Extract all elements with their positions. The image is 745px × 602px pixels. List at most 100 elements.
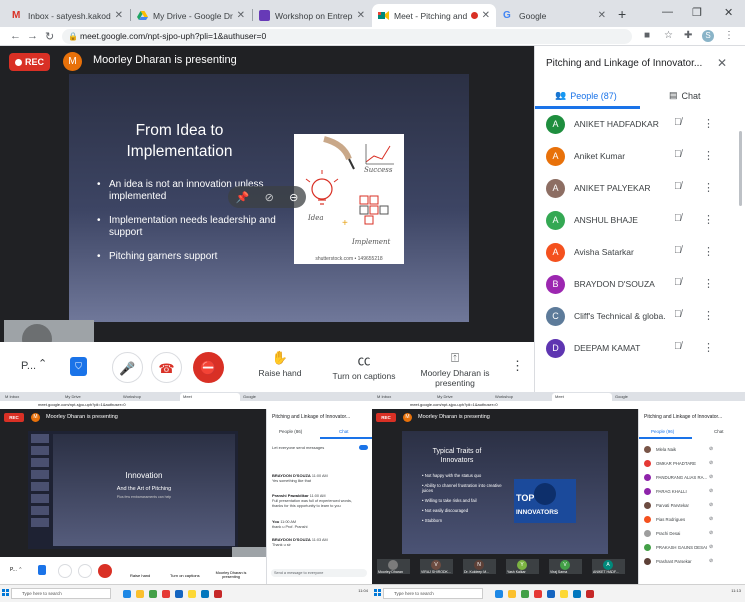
- mic-off-icon[interactable]: ⊘: [709, 460, 713, 466]
- participant-row[interactable]: Pias Rodrigues ⊘: [639, 514, 745, 525]
- mic-off-icon[interactable]: 🎙̸: [674, 309, 682, 320]
- leave-call-button[interactable]: ☎: [151, 352, 182, 383]
- more-vert-icon[interactable]: ⋮: [703, 245, 714, 258]
- shield-icon[interactable]: [38, 565, 46, 575]
- mini-url-bar[interactable]: meet.google.com/npt-sjpo-uph?pli=1&authu…: [372, 401, 745, 409]
- more-vert-icon[interactable]: ⋮: [724, 30, 734, 41]
- more-vert-icon[interactable]: ⋮: [703, 277, 714, 290]
- extensions-icon[interactable]: ✚: [684, 30, 692, 41]
- participant-tile[interactable]: N Dr. Kuldeep M...: [463, 559, 496, 574]
- mini-tab[interactable]: Google: [240, 393, 300, 401]
- participant-row[interactable]: Parvati Parvtekar ⊘: [639, 500, 745, 511]
- tab-chat[interactable]: Chat: [339, 429, 349, 434]
- mini-tab[interactable]: M Inbox: [2, 393, 62, 401]
- participant-row[interactable]: C Cliff's Technical & globa... 🎙̸ ⋮: [535, 301, 745, 333]
- tab-meet[interactable]: Meet - Pitching and Lin ✕: [372, 4, 496, 27]
- present-now-button[interactable]: ⍐ Moorley Dharan is presenting: [420, 350, 490, 388]
- participant-tile[interactable]: A ANIKET HADF...: [592, 559, 625, 574]
- participant-row[interactable]: Mlela Naik ⊘: [639, 444, 745, 455]
- mic-off-icon[interactable]: ⊘: [709, 488, 713, 494]
- close-icon[interactable]: ✕: [115, 10, 123, 21]
- taskbar-search[interactable]: Type here to search: [383, 588, 483, 599]
- camera-icon[interactable]: ■: [644, 30, 650, 41]
- mic-off-icon[interactable]: 🎙̸: [674, 149, 682, 160]
- forward-arrow-icon[interactable]: →: [27, 30, 38, 42]
- tab-google[interactable]: G Google ✕: [497, 4, 612, 27]
- tab-people[interactable]: 👥 People (87): [555, 90, 617, 101]
- close-panel-icon[interactable]: ✕: [717, 56, 727, 70]
- maximize-button[interactable]: ❐: [692, 6, 702, 19]
- participant-row[interactable]: Prachi Desai ⊘: [639, 528, 745, 539]
- reload-icon[interactable]: ↻: [45, 30, 54, 43]
- profile-avatar[interactable]: S: [702, 30, 714, 42]
- mic-off-icon[interactable]: ⊘: [709, 474, 713, 480]
- mini-tab[interactable]: My Drive: [62, 393, 120, 401]
- tab-drive[interactable]: My Drive - Google Drive ✕: [131, 4, 251, 27]
- raise-hand-button[interactable]: ✋ Raise hand: [250, 350, 310, 378]
- star-icon[interactable]: ☆: [664, 30, 673, 41]
- chat-permission-toggle[interactable]: [359, 445, 368, 450]
- tab-people[interactable]: People (96): [651, 429, 674, 434]
- participant-row[interactable]: OMKAR PHADTARE ⊘: [639, 458, 745, 469]
- close-icon[interactable]: ✕: [357, 10, 365, 21]
- minimize-button[interactable]: —: [662, 6, 673, 18]
- more-options-icon[interactable]: ⋮: [511, 358, 524, 374]
- close-icon[interactable]: ✕: [598, 10, 606, 21]
- more-vert-icon[interactable]: ⋮: [703, 181, 714, 194]
- participant-row[interactable]: A Avisha Satarkar 🎙̸ ⋮: [535, 237, 745, 269]
- microphone-button[interactable]: [58, 564, 72, 578]
- mic-off-icon[interactable]: 🎙̸: [674, 245, 682, 256]
- taskbar-search[interactable]: Type here to search: [11, 588, 111, 599]
- participant-tile[interactable]: Y Yash Kalkar: [506, 559, 539, 574]
- window-close-button[interactable]: ✕: [724, 6, 733, 19]
- windows-start-icon[interactable]: [2, 589, 9, 596]
- chevron-up-icon[interactable]: ⌃: [38, 357, 47, 370]
- windows-start-icon[interactable]: [374, 589, 381, 596]
- participant-row[interactable]: PANDURANG ALIAS RA... ⊘: [639, 472, 745, 483]
- participant-row[interactable]: PRAKASH GAUNS DESAI ⊘: [639, 542, 745, 553]
- participant-row[interactable]: PARAG KHALLI ⊘: [639, 486, 745, 497]
- tab-people[interactable]: People (86): [279, 429, 302, 434]
- participant-row[interactable]: B BRAYDON D'SOUZA 🎙̸ ⋮: [535, 269, 745, 301]
- tab-forms[interactable]: Workshop on Entrepreneur ✕: [253, 4, 371, 27]
- captions-button[interactable]: ㏄ Turn on captions: [328, 350, 400, 381]
- participant-tile[interactable]: V Viraj Sarna: [549, 559, 582, 574]
- leave-call-button[interactable]: [78, 564, 92, 578]
- pin-icon[interactable]: 📌: [236, 191, 250, 204]
- participant-row[interactable]: A ANIKET HADFADKAR 🎙̸ ⋮: [535, 109, 745, 141]
- participant-row[interactable]: A Aniket Kumar 🎙̸ ⋮: [535, 141, 745, 173]
- more-vert-icon[interactable]: ⋮: [703, 117, 714, 130]
- remove-icon[interactable]: ⊖: [289, 191, 298, 204]
- microphone-button[interactable]: 🎤: [112, 352, 143, 383]
- tab-gmail[interactable]: M Inbox - satyesh.kakodkar@ ✕: [6, 4, 129, 27]
- back-arrow-icon[interactable]: ←: [10, 30, 21, 42]
- close-icon[interactable]: ✕: [237, 10, 245, 21]
- mic-off-icon[interactable]: 🎙̸: [674, 277, 682, 288]
- camera-off-button[interactable]: [98, 564, 112, 578]
- mic-off-icon[interactable]: 🎙̸: [674, 341, 682, 352]
- mic-off-icon[interactable]: 🎙̸: [674, 213, 682, 224]
- close-icon[interactable]: ✕: [482, 10, 490, 21]
- mic-off-icon[interactable]: ⊘: [709, 544, 713, 550]
- tab-chat[interactable]: ▤ Chat: [669, 90, 701, 101]
- mic-off-icon[interactable]: ⊘: [709, 516, 713, 522]
- mic-off-icon[interactable]: ⊘: [709, 502, 713, 508]
- mic-off-icon[interactable]: ⊘: [709, 558, 713, 564]
- camera-off-button[interactable]: ⛔: [193, 352, 224, 383]
- meeting-details-button[interactable]: P...: [21, 360, 36, 372]
- more-vert-icon[interactable]: ⋮: [703, 213, 714, 226]
- participant-tile[interactable]: V VIRAJ SHIRODK...: [420, 559, 453, 574]
- participant-row[interactable]: Prashant Parsekar ⊘: [639, 556, 745, 567]
- new-tab-button[interactable]: +: [618, 6, 626, 22]
- mic-off-icon[interactable]: 🎙̸: [674, 181, 682, 192]
- participant-tile[interactable]: Moorley Dharan: [377, 559, 410, 574]
- url-input[interactable]: 🔒 meet.google.com/npt-sjpo-uph?pli=1&aut…: [62, 29, 632, 44]
- mic-off-icon[interactable]: ⊘: [709, 530, 713, 536]
- participant-row[interactable]: A ANSHUL BHAJE 🎙̸ ⋮: [535, 205, 745, 237]
- panel-scrollbar[interactable]: [739, 131, 742, 206]
- more-vert-icon[interactable]: ⋮: [703, 341, 714, 354]
- host-controls-shield-icon[interactable]: ⛉: [70, 357, 87, 376]
- participant-row[interactable]: A ANIKET PALYEKAR 🎙̸ ⋮: [535, 173, 745, 205]
- mic-off-icon[interactable]: 🎙̸: [674, 117, 682, 128]
- tab-chat[interactable]: Chat: [714, 429, 724, 434]
